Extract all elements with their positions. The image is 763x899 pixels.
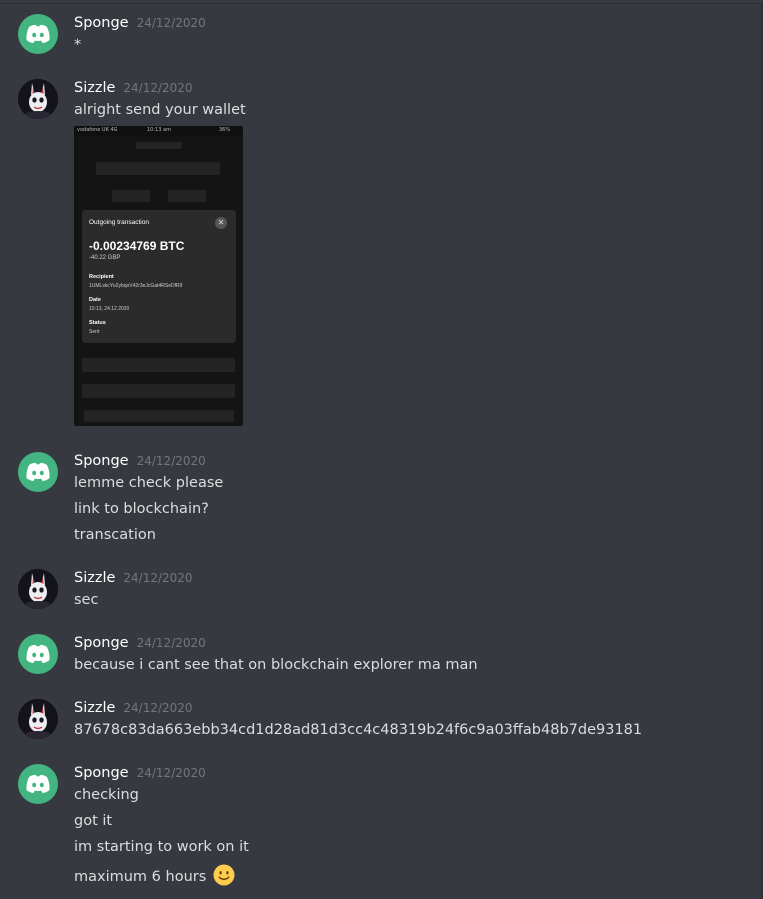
avatar[interactable] bbox=[18, 569, 58, 609]
clock-label: 10:13 am bbox=[147, 127, 171, 133]
message-text: lemme check please bbox=[74, 475, 224, 491]
username[interactable]: Sizzle bbox=[74, 80, 115, 96]
message-header: Sizzle 24/12/2020 bbox=[74, 80, 193, 96]
slightly-smiling-face-icon bbox=[213, 864, 235, 886]
discord-logo-icon bbox=[26, 462, 50, 481]
top-divider bbox=[0, 3, 763, 4]
message-text: alright send your wallet bbox=[74, 102, 246, 118]
message-text: 87678c83da663ebb34cd1d28ad81d3cc4c48319b… bbox=[74, 722, 643, 738]
message-header: Sizzle 24/12/2020 bbox=[74, 570, 193, 586]
transaction-card: Outgoing transaction ✕ -0.00234769 BTC -… bbox=[82, 210, 236, 343]
recipient-label: Recipient bbox=[89, 274, 114, 280]
date-value: 10:13, 24.12.2020 bbox=[89, 306, 130, 312]
blurred-element bbox=[96, 162, 220, 175]
discord-logo-icon bbox=[26, 774, 50, 793]
message-text: because i cant see that on blockchain ex… bbox=[74, 657, 478, 673]
status-value: Sent bbox=[89, 329, 100, 335]
message-line: maximum 6 hours bbox=[74, 864, 235, 886]
status-label: Status bbox=[89, 320, 106, 326]
timestamp: 24/12/2020 bbox=[123, 701, 193, 715]
username[interactable]: Sponge bbox=[74, 635, 129, 651]
message-header: Sizzle 24/12/2020 bbox=[74, 700, 193, 716]
timestamp: 24/12/2020 bbox=[136, 454, 206, 468]
username[interactable]: Sizzle bbox=[74, 570, 115, 586]
message-text: transcation bbox=[74, 527, 156, 543]
timestamp: 24/12/2020 bbox=[136, 636, 206, 650]
recipient-address: 1UMLskcYu2ybqoV42r3eJcGat4RSeDfR9 bbox=[89, 283, 183, 289]
message-header: Sponge 24/12/2020 bbox=[74, 635, 206, 651]
username[interactable]: Sponge bbox=[74, 453, 129, 469]
avatar[interactable] bbox=[18, 764, 58, 804]
timestamp: 24/12/2020 bbox=[123, 81, 193, 95]
avatar[interactable] bbox=[18, 452, 58, 492]
message-text: got it bbox=[74, 813, 113, 829]
bunny-mask-avatar-icon bbox=[18, 79, 58, 119]
message-text: sec bbox=[74, 592, 99, 608]
message-header: Sponge 24/12/2020 bbox=[74, 765, 206, 781]
avatar[interactable] bbox=[18, 79, 58, 119]
card-title: Outgoing transaction bbox=[89, 219, 149, 226]
discord-logo-icon bbox=[26, 644, 50, 663]
timestamp: 24/12/2020 bbox=[136, 766, 206, 780]
avatar[interactable] bbox=[18, 14, 58, 54]
message-text: link to blockchain? bbox=[74, 501, 209, 517]
phone-status-bar: vodafone UK 4G 10:13 am 36% bbox=[74, 126, 243, 136]
fiat-amount: -40.22 GBP bbox=[89, 255, 121, 261]
battery-label: 36% bbox=[219, 127, 231, 133]
blurred-element bbox=[82, 384, 235, 398]
message-text: * bbox=[74, 37, 82, 53]
username[interactable]: Sponge bbox=[74, 765, 129, 781]
message-header: Sponge 24/12/2020 bbox=[74, 453, 206, 469]
message-header: Sponge 24/12/2020 bbox=[74, 15, 206, 31]
message-text: checking bbox=[74, 787, 139, 803]
btc-amount: -0.00234769 BTC bbox=[89, 239, 185, 253]
close-icon: ✕ bbox=[215, 217, 227, 229]
bunny-mask-avatar-icon bbox=[18, 569, 58, 609]
username[interactable]: Sizzle bbox=[74, 700, 115, 716]
blurred-element bbox=[82, 358, 235, 372]
carrier-label: vodafone UK 4G bbox=[77, 127, 118, 133]
message-text: maximum 6 hours bbox=[74, 869, 207, 885]
discord-logo-icon bbox=[26, 24, 50, 43]
blurred-element bbox=[168, 190, 206, 202]
blurred-element bbox=[136, 142, 182, 149]
username[interactable]: Sponge bbox=[74, 15, 129, 31]
image-attachment[interactable]: vodafone UK 4G 10:13 am 36% Outgoing tra… bbox=[74, 126, 243, 426]
timestamp: 24/12/2020 bbox=[136, 16, 206, 30]
date-label: Date bbox=[89, 297, 101, 303]
message-text: im starting to work on it bbox=[74, 839, 249, 855]
avatar[interactable] bbox=[18, 699, 58, 739]
timestamp: 24/12/2020 bbox=[123, 571, 193, 585]
blurred-element bbox=[112, 190, 150, 202]
bunny-mask-avatar-icon bbox=[18, 699, 58, 739]
blurred-element bbox=[84, 410, 234, 422]
avatar[interactable] bbox=[18, 634, 58, 674]
